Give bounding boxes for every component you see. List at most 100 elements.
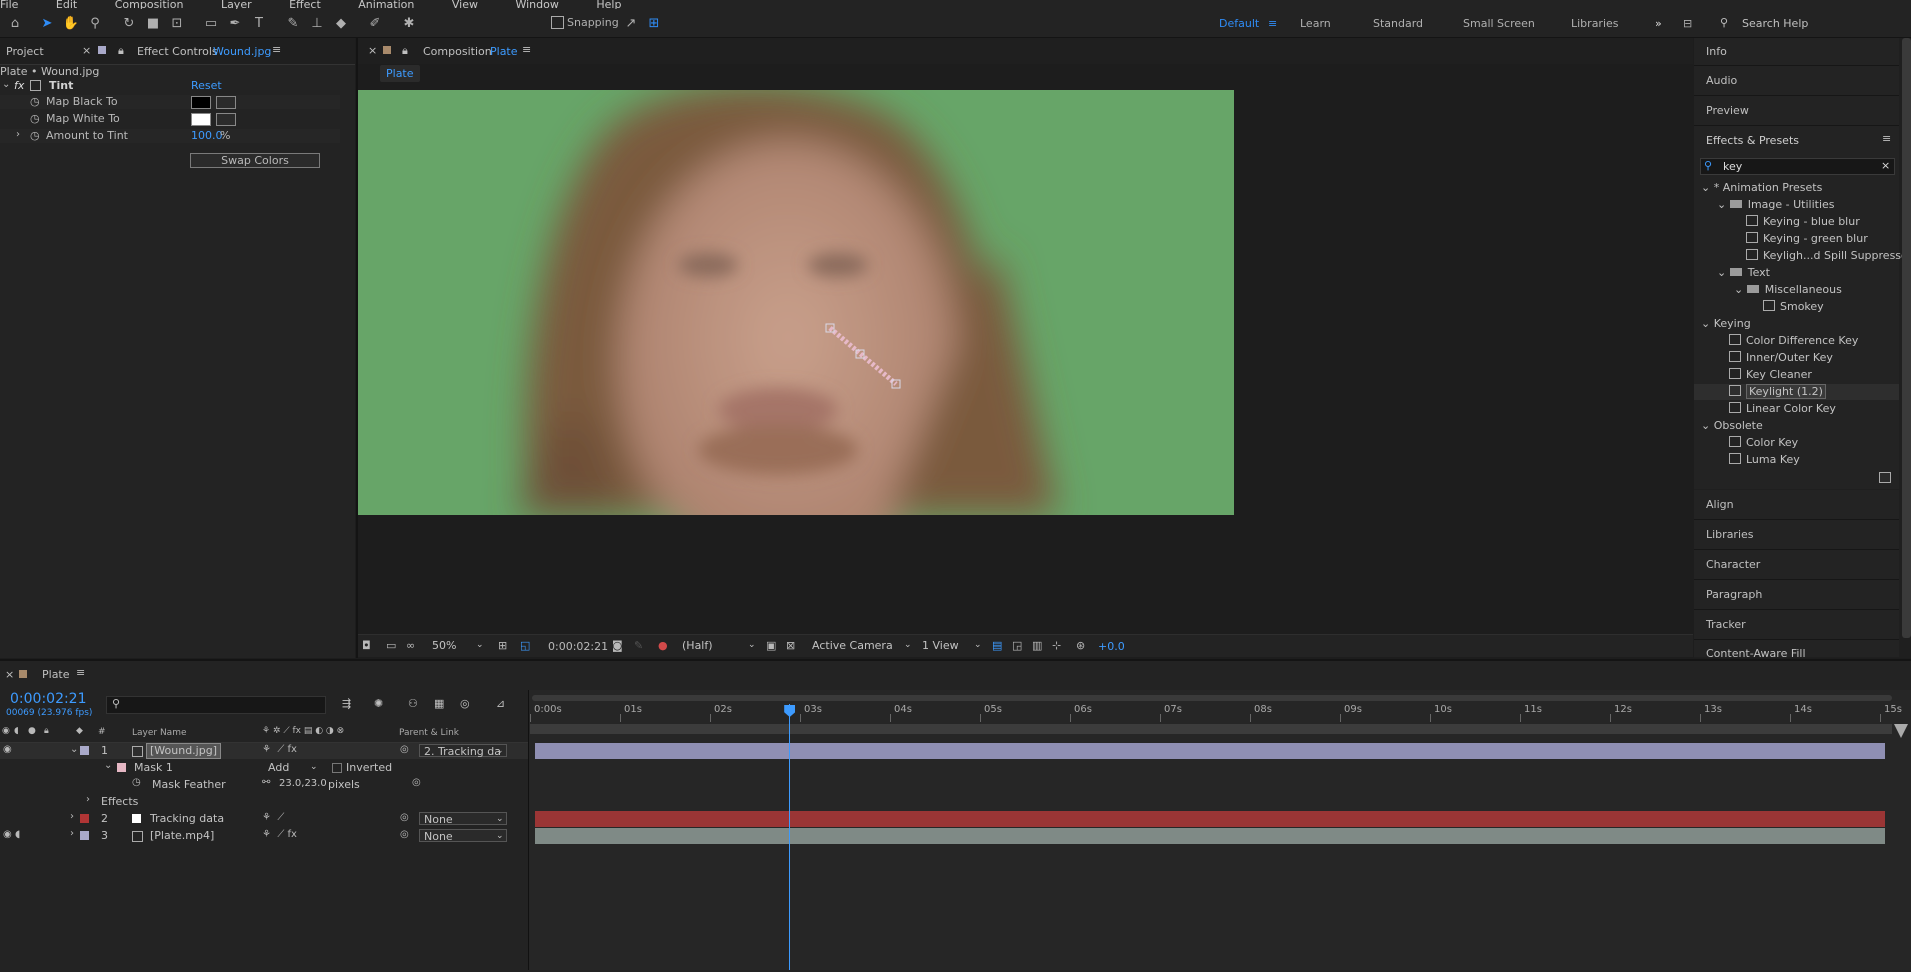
panel-menu-icon[interactable]: ≡ xyxy=(272,43,281,56)
panel-menu-icon[interactable]: ≡ xyxy=(1882,132,1891,145)
resolution-dropdown[interactable]: (Half) ⌄ xyxy=(678,639,758,652)
graph-editor-icon[interactable]: ⊿ xyxy=(496,697,505,710)
frame-blending-icon[interactable]: ▦ xyxy=(434,697,444,710)
layer-row-3[interactable]: ◉ ◖ › 3 [Plate.mp4] ⚘ ⟋ fx ◎ None ⌄ xyxy=(0,828,528,844)
exposure-value[interactable]: +0.0 xyxy=(1098,640,1125,653)
character-panel-header[interactable]: Character xyxy=(1694,550,1899,580)
layer-switches[interactable]: ⚘ ⟋ xyxy=(262,812,284,823)
tree-effect-color-key[interactable]: Color Key xyxy=(1729,436,1798,449)
map-white-swatch[interactable] xyxy=(191,113,211,126)
rotate-tool-icon[interactable]: ↻ xyxy=(120,14,138,32)
parent-dropdown[interactable]: None ⌄ xyxy=(419,829,507,843)
clear-search-icon[interactable]: × xyxy=(1881,159,1890,172)
eraser-tool-icon[interactable]: ◆ xyxy=(332,14,350,32)
work-area-range[interactable] xyxy=(530,724,1892,734)
menu-view[interactable]: View xyxy=(452,0,478,9)
brush-tool-icon[interactable]: ✎ xyxy=(284,14,302,32)
channel-icon[interactable]: ● xyxy=(658,639,668,652)
tracker-panel-header[interactable]: Tracker xyxy=(1694,610,1899,640)
tab-effect-controls[interactable]: Effect Controls xyxy=(137,45,218,58)
text-tool-icon[interactable]: T xyxy=(250,14,268,32)
workspace-default[interactable]: Default xyxy=(1219,17,1259,30)
transparency-grid-icon[interactable]: ⊠ xyxy=(786,639,795,652)
rectangle-tool-icon[interactable]: ▭ xyxy=(202,14,220,32)
tree-preset-keying-green-blur[interactable]: Keying - green blur xyxy=(1746,232,1868,245)
tree-effect-color-difference-key[interactable]: Color Difference Key xyxy=(1729,334,1858,347)
composition-viewer[interactable] xyxy=(358,90,1234,515)
mask-color[interactable] xyxy=(117,763,126,772)
tree-group-animation-presets[interactable]: ⌄ * Animation Presets xyxy=(1701,181,1822,194)
track-bar-layer-2[interactable] xyxy=(535,811,1885,827)
mask-name[interactable]: Mask 1 xyxy=(134,761,173,774)
reset-link[interactable]: Reset xyxy=(191,79,222,92)
menu-edit[interactable]: Edit xyxy=(56,0,77,9)
motion-blur-icon[interactable]: ◎ xyxy=(460,697,470,710)
pickwhip-icon[interactable]: ◎ xyxy=(400,744,409,755)
eyedropper-icon[interactable] xyxy=(216,113,236,126)
puppet-tool-icon[interactable]: ✱ xyxy=(400,14,418,32)
vr-icon[interactable]: ∞ xyxy=(406,639,415,652)
panel-menu-icon[interactable]: ≡ xyxy=(522,43,531,56)
layer-name[interactable]: Tracking data xyxy=(150,812,224,825)
effects-search-input[interactable]: ⚲ key × xyxy=(1700,158,1895,175)
menu-window[interactable]: Window xyxy=(515,0,558,9)
right-panel-scrollbar[interactable] xyxy=(1902,38,1911,638)
layer-switches[interactable]: ⚘ ⟋ fx xyxy=(262,744,297,755)
tree-folder-image-utilities[interactable]: ⌄ Image - Utilities xyxy=(1717,198,1835,211)
layer-name-column[interactable]: Layer Name xyxy=(132,728,187,738)
tree-effect-inner-outer-key[interactable]: Inner/Outer Key xyxy=(1729,351,1833,364)
menu-composition[interactable]: Composition xyxy=(115,0,184,9)
collapse-arrow-icon[interactable]: ⌄ xyxy=(70,744,78,755)
tree-effect-linear-color-key[interactable]: Linear Color Key xyxy=(1729,402,1836,415)
timeline-tab[interactable]: Plate xyxy=(42,668,70,681)
libraries-panel-header[interactable]: Libraries xyxy=(1694,520,1899,550)
snapping-checkbox[interactable] xyxy=(551,16,564,29)
mask-feather-value[interactable]: 23.0,23.0 xyxy=(279,778,327,789)
timeline-timecode[interactable]: 0:00:02:21 xyxy=(10,691,87,707)
layer-switches[interactable]: ⚘ ⟋ fx xyxy=(262,829,297,840)
monitor-icon[interactable]: ▭ xyxy=(386,639,396,652)
pickwhip-icon[interactable]: ◎ xyxy=(412,777,421,788)
home-icon[interactable]: ⌂ xyxy=(6,14,24,32)
workspace-overflow-icon[interactable]: » xyxy=(1655,17,1662,30)
work-area-bar[interactable] xyxy=(532,695,1892,701)
draft-3d-toggle-icon[interactable]: ✺ xyxy=(374,697,383,710)
menu-layer[interactable]: Layer xyxy=(221,0,252,9)
align-panel-header[interactable]: Align xyxy=(1694,490,1899,520)
menu-effect[interactable]: Effect xyxy=(289,0,321,9)
pickwhip-icon[interactable]: ◎ xyxy=(400,812,409,823)
amount-to-tint-value[interactable]: 100.0 xyxy=(191,129,223,142)
clone-stamp-tool-icon[interactable]: ⊥ xyxy=(308,14,326,32)
pan-behind-tool-icon[interactable]: ⊡ xyxy=(168,14,186,32)
hand-tool-icon[interactable]: ✋ xyxy=(62,14,80,32)
lock-icon[interactable]: 🔒︎ xyxy=(118,44,124,58)
eyedropper-icon[interactable] xyxy=(216,96,236,109)
audio-panel-header[interactable]: Audio xyxy=(1694,66,1899,96)
close-icon[interactable]: × xyxy=(5,668,14,681)
tree-effect-luma-key[interactable]: Luma Key xyxy=(1729,453,1800,466)
layer-row-1[interactable]: ◉ ⌄ 1 [Wound.jpg] ⚘ ⟋ fx ◎ 2. Tracking d… xyxy=(0,743,528,759)
menu-animation[interactable]: Animation xyxy=(358,0,414,9)
zoom-tool-icon[interactable]: ⚲ xyxy=(86,14,104,32)
lock-icon[interactable]: 🔒︎ xyxy=(402,44,408,58)
zoom-dropdown[interactable]: 50% ⌄ xyxy=(428,639,486,652)
pen-tool-icon[interactable]: ✒ xyxy=(226,14,244,32)
snapshot-camera-icon[interactable]: ◙ xyxy=(612,639,623,652)
eye-icon[interactable]: ◉ xyxy=(3,744,12,755)
roto-brush-tool-icon[interactable]: ✐ xyxy=(366,14,384,32)
stopwatch-icon[interactable]: ◷ xyxy=(30,95,40,108)
fit-icon[interactable]: ⊞ xyxy=(498,639,507,652)
expand-arrow-icon[interactable]: › xyxy=(70,811,74,822)
eye-icon[interactable]: ◉ xyxy=(3,829,12,840)
workspace-libraries[interactable]: Libraries xyxy=(1571,17,1619,30)
menu-help[interactable]: Help xyxy=(596,0,621,9)
track-bar-layer-3[interactable] xyxy=(535,828,1885,844)
tree-preset-spill-suppressor[interactable]: Keyligh...d Spill Suppressor xyxy=(1746,249,1911,262)
expand-arrow-icon[interactable]: › xyxy=(16,129,20,140)
playhead[interactable] xyxy=(789,704,791,970)
stopwatch-icon[interactable]: ◷ xyxy=(30,129,40,142)
timeline-icon[interactable]: ▥ xyxy=(1032,639,1042,652)
composition-tab-prefix[interactable]: Composition xyxy=(423,45,492,58)
workspace-small-screen[interactable]: Small Screen xyxy=(1463,17,1535,30)
search-help-field[interactable]: ⚲ Search Help xyxy=(1716,14,1911,32)
